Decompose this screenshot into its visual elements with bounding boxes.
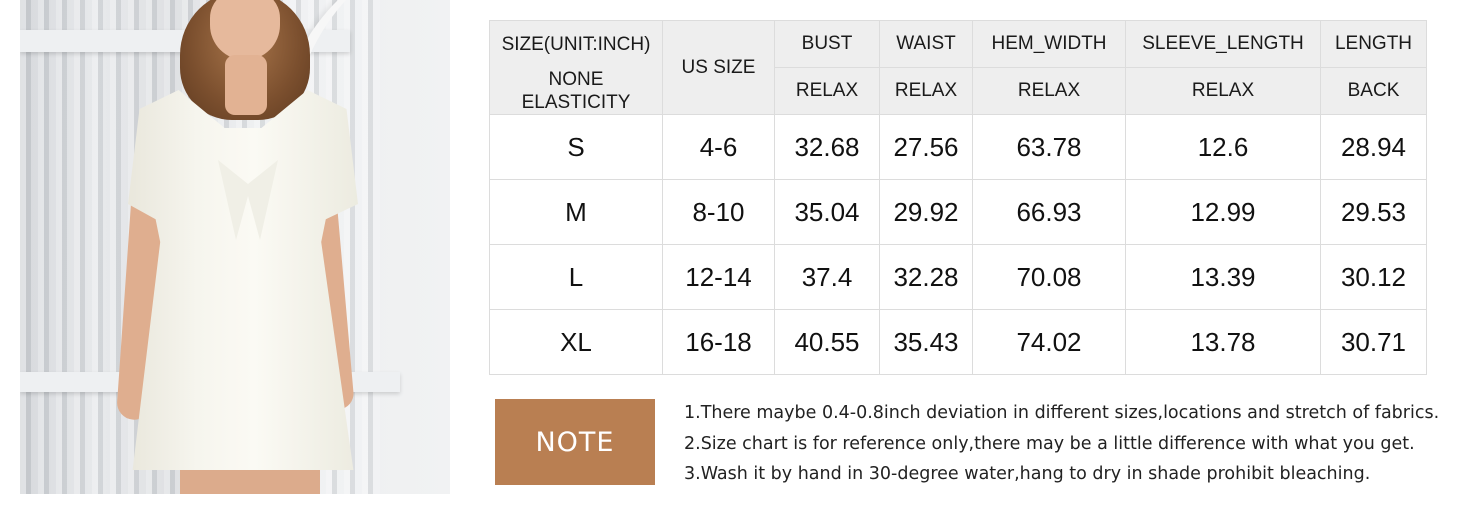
header-size-unit: SIZE(UNIT:INCH) NONE ELASTICITY [489,20,663,115]
header-hem-width: HEM_WIDTH [972,20,1126,68]
note-line: 1.There maybe 0.4-0.8inch deviation in d… [684,403,1440,423]
table-row: XL 16-18 40.55 35.43 74.02 13.78 30.71 [489,309,1427,375]
header-us-size: US SIZE [662,20,775,115]
cell-hem-width: 74.02 [972,309,1126,375]
cell-length: 30.12 [1320,244,1427,310]
note-line: 3.Wash it by hand in 30-degree water,han… [684,464,1371,484]
table-row: L 12-14 37.4 32.28 70.08 13.39 30.12 [489,244,1427,310]
header-sleeve-length: SLEEVE_LENGTH [1125,20,1321,68]
cell-bust: 32.68 [774,114,880,180]
header-waist: WAIST [879,20,973,68]
cell-us-size: 4-6 [662,114,775,180]
cell-us-size: 16-18 [662,309,775,375]
size-unit-label: SIZE(UNIT:INCH) [501,33,651,55]
cell-size: L [489,244,663,310]
subheader-waist: RELAX [879,67,973,115]
cell-waist: 35.43 [879,309,973,375]
product-photo [20,0,450,494]
cell-us-size: 12-14 [662,244,775,310]
cell-size: S [489,114,663,180]
cell-waist: 27.56 [879,114,973,180]
cell-hem-width: 63.78 [972,114,1126,180]
subheader-length: BACK [1320,67,1427,115]
table-row: M 8-10 35.04 29.92 66.93 12.99 29.53 [489,179,1427,245]
size-chart-table: SIZE(UNIT:INCH) NONE ELASTICITY US SIZE … [489,20,1427,375]
header-length: LENGTH [1320,20,1427,68]
cell-length: 30.71 [1320,309,1427,375]
cell-bust: 37.4 [774,244,880,310]
cell-length: 28.94 [1320,114,1427,180]
cell-us-size: 8-10 [662,179,775,245]
table-header-row: SIZE(UNIT:INCH) NONE ELASTICITY US SIZE … [489,20,1427,115]
cell-size: XL [489,309,663,375]
cell-sleeve-length: 13.39 [1125,244,1321,310]
cell-hem-width: 70.08 [972,244,1126,310]
cell-sleeve-length: 13.78 [1125,309,1321,375]
subheader-bust: RELAX [774,67,880,115]
white-dress [128,90,358,470]
cell-hem-width: 66.93 [972,179,1126,245]
subheader-sleeve-length: RELAX [1125,67,1321,115]
note-line: 2.Size chart is for reference only,there… [684,433,1415,454]
elasticity-label: NONE ELASTICITY [521,68,631,113]
cell-sleeve-length: 12.6 [1125,114,1321,180]
cell-waist: 29.92 [879,179,973,245]
note-list: 1.There maybe 0.4-0.8inch deviation in d… [684,400,1444,492]
cell-bust: 40.55 [774,309,880,375]
cell-waist: 32.28 [879,244,973,310]
cell-length: 29.53 [1320,179,1427,245]
table-row: S 4-6 32.68 27.56 63.78 12.6 28.94 [489,114,1427,180]
note-badge: NOTE [495,399,655,485]
cell-sleeve-length: 12.99 [1125,179,1321,245]
header-bust: BUST [774,20,880,68]
cell-bust: 35.04 [774,179,880,245]
subheader-hem-width: RELAX [972,67,1126,115]
model-neck [225,55,267,115]
model-legs [180,470,320,494]
cell-size: M [489,179,663,245]
